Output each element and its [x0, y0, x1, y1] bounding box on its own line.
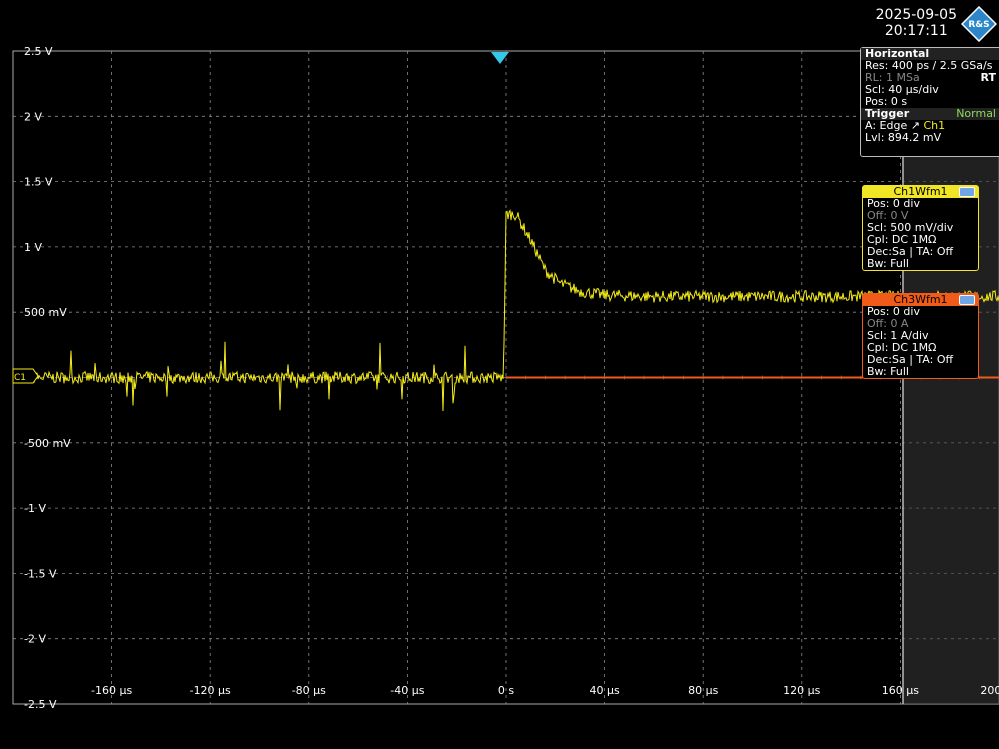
svg-text:R&S: R&S [968, 20, 989, 30]
minimize-icon[interactable] [959, 187, 975, 197]
ch3-bandwidth: Bw: Full [867, 365, 909, 378]
y-tick-label: -1.5 V [24, 567, 57, 580]
x-tick-label: 0 s [498, 684, 514, 697]
y-tick-label: -2.5 V [24, 698, 57, 711]
datetime-display: 2025-09-05 20:17:11 [876, 7, 957, 39]
svg-text:C1: C1 [14, 373, 26, 383]
x-tick-label: -160 µs [91, 684, 132, 697]
y-tick-label: 2 V [24, 110, 42, 123]
ch1-bandwidth: Bw: Full [867, 257, 909, 270]
horizontal-trigger-panel[interactable]: Horizontal Res: 400 ps / 2.5 GSa/s RL: 1… [860, 47, 999, 157]
x-tick-label: -40 µs [390, 684, 424, 697]
x-tick-label: -80 µs [292, 684, 326, 697]
ch3-header: Ch3Wfm1 [863, 294, 978, 306]
x-tick-label: 160 µs [882, 684, 919, 697]
trigger-level: Lvl: 894.2 mV [865, 131, 942, 144]
date-text: 2025-09-05 [875, 7, 957, 23]
ch1-header: Ch1Wfm1 [863, 186, 978, 198]
y-tick-label: 1.5 V [24, 176, 53, 189]
x-axis-labels: -160 µs -120 µs -80 µs -40 µs 0 s 40 µs 80 µs 1… [91, 684, 999, 697]
y-tick-label: -500 mV [24, 437, 71, 450]
y-tick-label: 500 mV [24, 306, 67, 319]
x-tick-label: 40 µs [589, 684, 619, 697]
x-tick-label: 200 µs [980, 684, 999, 697]
y-tick-label: -1 V [24, 502, 46, 515]
y-tick-label: 2.5 V [24, 45, 53, 58]
trigger-mode: Normal [956, 107, 996, 120]
x-tick-label: -120 µs [190, 684, 231, 697]
x-tick-label: 80 µs [688, 684, 718, 697]
oscilloscope-display[interactable]: 2.5 V 2 V 1.5 V 1 V 500 mV -500 mV -1 V -1.5 V -… [0, 0, 999, 749]
y-tick-label: -2 V [24, 633, 46, 646]
minimize-icon[interactable] [959, 295, 975, 305]
ch3-info-panel[interactable]: Ch3Wfm1 Pos: 0 div Off: 0 A Scl: 1 A/div… [862, 293, 979, 379]
time-text: 20:17:11 [884, 23, 948, 39]
y-tick-label: 1 V [24, 241, 42, 254]
ch1-offset-marker[interactable]: C1 [12, 368, 39, 384]
x-tick-label: 120 µs [783, 684, 820, 697]
rs-logo: R&S [961, 6, 997, 42]
ch1-info-panel[interactable]: Ch1Wfm1 Pos: 0 div Off: 0 V Scl: 500 mV/… [862, 185, 979, 271]
